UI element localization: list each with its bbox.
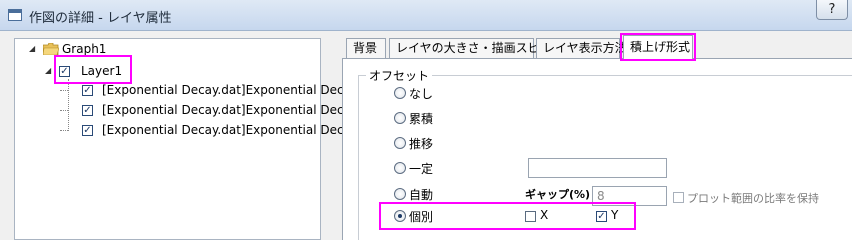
keep-ratio-label: プロット範囲の比率を保持 — [687, 192, 819, 205]
highlight-layer — [54, 55, 132, 84]
plot-checkbox[interactable]: ✓ — [82, 125, 93, 136]
radio-transition[interactable] — [394, 137, 406, 149]
tree-connector — [60, 130, 68, 131]
window-icon — [8, 9, 22, 21]
tree-label-plot: [Exponential Decay.dat]Exponential Decay… — [102, 123, 363, 137]
tree-label-plot: [Exponential Decay.dat]Exponential Decay… — [102, 83, 363, 97]
window-title: 作図の詳細 - レイヤ属性 — [29, 11, 172, 26]
highlight-individual-row — [379, 202, 636, 230]
tab-layer-display[interactable]: レイヤ表示方法 — [536, 38, 627, 58]
radio-auto-label: 自動 — [409, 188, 434, 202]
radio-none-label: なし — [409, 87, 434, 101]
gap-label: ギャップ(%) — [525, 188, 591, 201]
radio-auto[interactable] — [394, 188, 406, 200]
plot-checkbox[interactable]: ✓ — [82, 85, 93, 96]
tree-guide-line — [68, 79, 69, 131]
offset-group-label: オフセット — [366, 67, 433, 84]
tab-layer-size[interactable]: レイヤの大きさ・描画スピード — [389, 38, 564, 58]
radio-none[interactable] — [394, 87, 406, 99]
tree-connector — [60, 90, 68, 91]
radio-cumulative[interactable] — [394, 112, 406, 124]
tree-label-plot: [Exponential Decay.dat]Exponential Decay… — [102, 103, 363, 117]
collapse-arrow-icon[interactable]: ◢ — [29, 40, 35, 58]
radio-constant[interactable] — [394, 162, 406, 174]
radio-transition-label: 推移 — [409, 137, 434, 151]
help-button[interactable]: ? — [816, 0, 848, 20]
radio-constant-label: 一定 — [409, 162, 434, 176]
constant-offset-input[interactable] — [528, 158, 667, 178]
collapse-arrow-icon[interactable]: ◢ — [45, 62, 51, 80]
highlight-tab — [620, 33, 696, 61]
radio-cumulative-label: 累積 — [409, 112, 434, 126]
plot-checkbox[interactable]: ✓ — [82, 105, 93, 116]
tree-connector — [60, 110, 68, 111]
folder-icon — [43, 43, 59, 55]
tab-background[interactable]: 背景 — [346, 38, 386, 58]
keep-ratio-checkbox[interactable] — [673, 192, 684, 203]
